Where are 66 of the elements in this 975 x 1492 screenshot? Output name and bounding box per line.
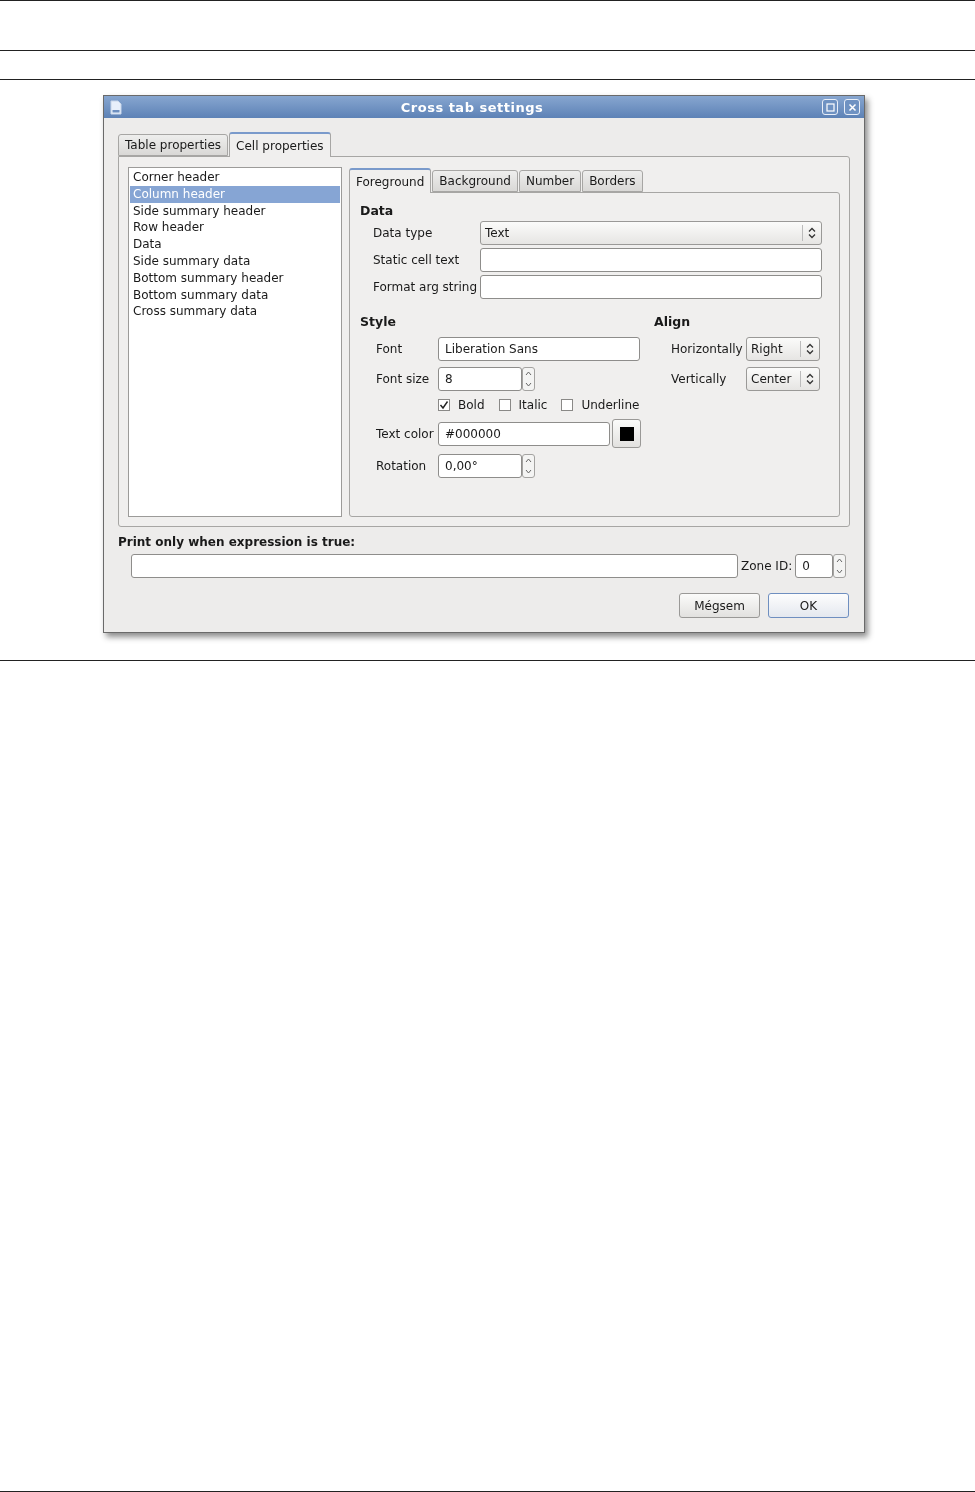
tab[interactable]: Table properties	[118, 134, 229, 156]
list-item[interactable]: Side summary data	[130, 253, 340, 270]
checkbox[interactable]: Bold	[438, 398, 485, 412]
list-item[interactable]: Data	[130, 236, 340, 253]
field-label: Text color	[376, 426, 435, 441]
color-field[interactable]: #000000	[438, 421, 610, 446]
field-label: Font size	[376, 372, 431, 386]
field-label: Horizontally	[671, 342, 744, 356]
updown-icon[interactable]	[806, 343, 814, 355]
section-title: Data	[360, 202, 395, 220]
field-label: Static cell text	[373, 253, 461, 267]
checkbox-box[interactable]	[561, 399, 574, 411]
updown-icon[interactable]	[808, 227, 816, 239]
input-field[interactable]	[480, 275, 822, 299]
maximize-button[interactable]	[822, 99, 838, 115]
spin-buttons[interactable]	[833, 554, 847, 578]
font-size-field[interactable]: 8	[438, 367, 522, 391]
field-label: Vertically	[671, 372, 728, 386]
dialog-button[interactable]: OK	[768, 593, 849, 618]
close-icon	[847, 102, 857, 112]
color-picker-button[interactable]	[612, 419, 641, 448]
section-title: Align	[654, 313, 692, 331]
document-icon	[110, 99, 122, 115]
data-type-dropdown[interactable]: Text	[480, 221, 822, 245]
tab[interactable]: Number	[518, 170, 582, 192]
checkbox-box[interactable]	[498, 399, 511, 411]
field-label: Print only when expression is true:	[118, 535, 357, 549]
spin-buttons[interactable]	[522, 367, 535, 391]
zone-id-field[interactable]: 0	[795, 554, 834, 578]
input-field[interactable]	[480, 248, 822, 272]
tab[interactable]: Foreground	[349, 168, 432, 193]
field-label: Data type	[373, 226, 434, 240]
list-item[interactable]: Side summary header	[130, 202, 340, 220]
list-item[interactable]: Bottom summary data	[130, 286, 340, 304]
checkbox[interactable]: Italic	[498, 398, 548, 412]
checkbox[interactable]: Underline	[561, 398, 640, 412]
tab[interactable]: Borders	[582, 170, 643, 192]
spin-up-icon[interactable]	[525, 371, 532, 376]
font-field[interactable]: Liberation Sans	[438, 337, 640, 361]
list-item[interactable]: Bottom summary header	[130, 269, 340, 287]
field-label: Format arg string	[373, 280, 479, 294]
list-item[interactable]: Row header	[130, 219, 340, 237]
spin-down-icon[interactable]	[525, 469, 532, 474]
field-label: Zone ID:	[741, 559, 793, 573]
close-button[interactable]	[844, 99, 860, 115]
list-item[interactable]: Cross summary data	[130, 303, 340, 321]
spin-down-icon[interactable]	[836, 569, 844, 574]
vertical-align-dropdown[interactable]: Center	[746, 367, 820, 391]
spin-down-icon[interactable]	[525, 382, 532, 387]
expression-field[interactable]	[131, 554, 738, 578]
updown-icon[interactable]	[806, 373, 814, 385]
horizontal-align-dropdown[interactable]: Right	[746, 337, 820, 361]
field-label: Rotation	[376, 459, 428, 473]
spin-buttons[interactable]	[522, 454, 535, 478]
spin-up-icon[interactable]	[836, 558, 844, 563]
checkbox-box[interactable]	[438, 399, 450, 411]
field-label: Font	[376, 342, 404, 356]
window-title: Cross tab settings	[399, 99, 545, 115]
tab[interactable]: Cell properties	[229, 132, 331, 157]
list-item[interactable]: Corner header	[130, 169, 340, 186]
section-title: Style	[360, 313, 397, 331]
tab[interactable]: Background	[432, 170, 518, 192]
dialog-button[interactable]: Mégsem	[679, 593, 760, 618]
spin-up-icon[interactable]	[525, 458, 532, 463]
maximize-icon	[825, 102, 835, 112]
rotation-field[interactable]: 0,00°	[438, 454, 522, 478]
